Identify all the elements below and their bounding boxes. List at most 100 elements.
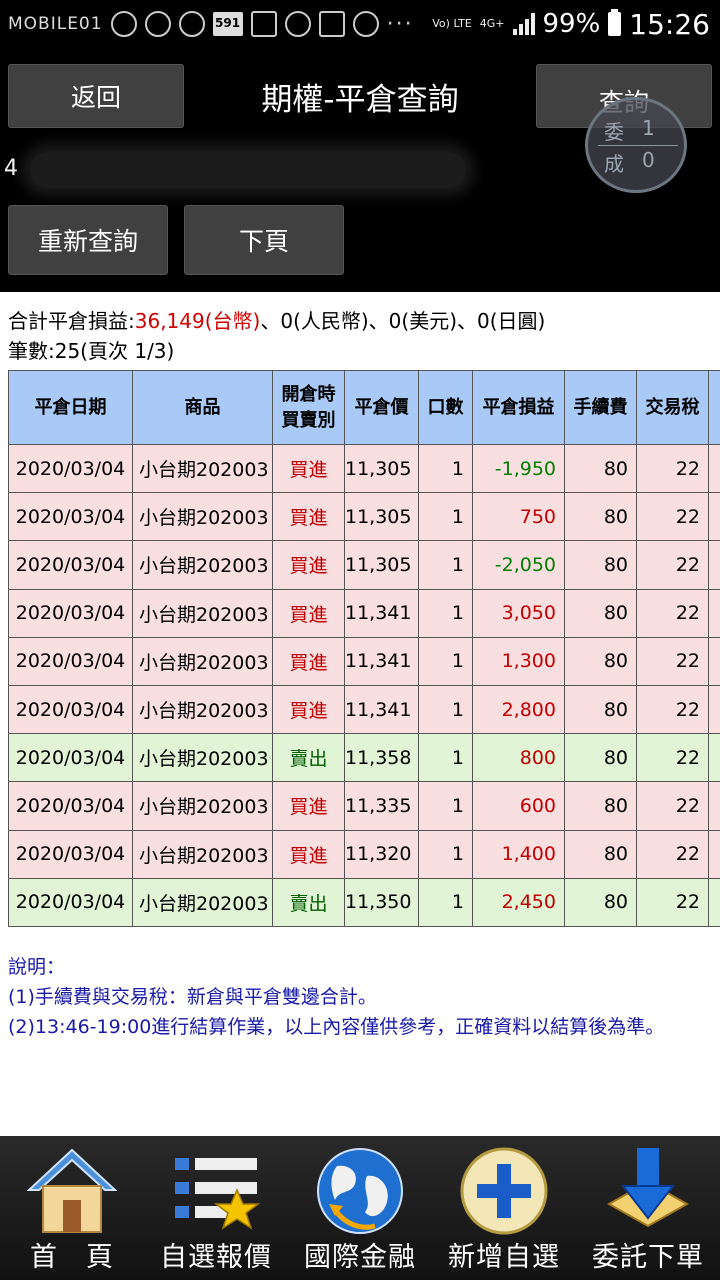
cell-product: 小台期202003: [132, 684, 273, 735]
badge-divider: [598, 145, 678, 146]
cell-tax: 22: [636, 877, 709, 927]
app-591-icon: 591: [212, 12, 243, 36]
cell-date: 2020/03/04: [8, 733, 133, 783]
cell-price: 11,305: [344, 492, 419, 542]
nav-home[interactable]: 首 頁: [0, 1136, 144, 1280]
cell-more: [708, 443, 720, 494]
summary: 合計平倉損益:36,149(台幣)、0(人民幣)、0(美元)、0(日圓) 筆數:…: [8, 306, 545, 366]
next-page-button[interactable]: 下頁: [184, 205, 344, 275]
cell-price: 11,305: [344, 443, 419, 494]
account-stub: 4: [4, 156, 18, 181]
table-row[interactable]: 2020/03/04 小台期202003 買進 11,305 1 -2,050 80 22: [8, 540, 720, 590]
cell-fee: 80: [564, 540, 637, 590]
cell-qty: 1: [418, 443, 473, 494]
nav-international[interactable]: 國際金融: [288, 1136, 432, 1280]
signal-bars-icon: [512, 13, 535, 35]
cell-product: 小台期202003: [132, 636, 273, 686]
cell-qty: 1: [418, 588, 473, 638]
battery-icon: [608, 9, 622, 36]
line-app-icon: [352, 11, 379, 37]
cell-price: 11,320: [344, 829, 419, 879]
col-close-price: 平倉價: [344, 370, 419, 445]
cell-qty: 1: [418, 684, 473, 735]
group-icon: [318, 11, 345, 37]
table-row[interactable]: 2020/03/04 小台期202003 賣出 11,358 1 800 80 22: [8, 733, 720, 783]
mobile01-brand: MOBILE01: [8, 14, 103, 34]
cell-price: 11,305: [344, 540, 419, 590]
cell-date: 2020/03/04: [8, 540, 133, 590]
cell-date: 2020/03/04: [8, 829, 133, 879]
cell-product: 小台期202003: [132, 781, 273, 831]
cell-fee: 80: [564, 684, 637, 735]
col-fee: 手續費: [564, 370, 637, 445]
cell-pnl: 600: [472, 781, 565, 831]
cell-product: 小台期202003: [132, 877, 273, 927]
back-button[interactable]: 返回: [8, 64, 184, 128]
cell-price: 11,341: [344, 684, 419, 735]
table-row[interactable]: 2020/03/04 小台期202003 買進 11,341 1 2,800 80 22: [8, 684, 720, 735]
cell-more: [708, 733, 720, 783]
col-qty: 口數: [418, 370, 473, 445]
cell-tax: 22: [636, 636, 709, 686]
cell-product: 小台期202003: [132, 443, 273, 494]
cell-date: 2020/03/04: [8, 636, 133, 686]
status-bar: MOBILE01 591 ··· Vo) LTE 4G+ 99% 15:26: [0, 0, 720, 48]
cell-qty: 1: [418, 829, 473, 879]
cell-more: [708, 588, 720, 638]
table-row[interactable]: 2020/03/04 小台期202003 買進 11,320 1 1,400 80 22: [8, 829, 720, 879]
location-icon: [284, 11, 311, 37]
clock: 15:26: [629, 7, 710, 41]
cell-price: 11,341: [344, 636, 419, 686]
nav-place-order[interactable]: 委託下單: [576, 1136, 720, 1280]
table-row[interactable]: 2020/03/04 小台期202003 買進 11,341 1 1,300 80 22: [8, 636, 720, 686]
cell-qty: 1: [418, 636, 473, 686]
watchlist-star-icon: [175, 1158, 261, 1230]
cell-more: [708, 636, 720, 686]
nav-add-watchlist[interactable]: 新增自選: [432, 1136, 576, 1280]
cell-price: 11,358: [344, 733, 419, 783]
cell-product: 小台期202003: [132, 588, 273, 638]
redaction-blur: [30, 152, 466, 188]
record-count: 筆數:25(頁次 1/3): [8, 339, 175, 363]
cell-tax: 22: [636, 781, 709, 831]
cell-product: 小台期202003: [132, 829, 273, 879]
order-status-badge[interactable]: 委 1 成 0: [585, 97, 687, 193]
notes: 說明： (1)手續費與交易稅：新倉與平倉雙邊合計。 (2)13:46-19:00…: [8, 952, 664, 1042]
total-pnl-twd: 36,149(台幣): [134, 309, 261, 333]
cell-more: [708, 829, 720, 879]
table-row[interactable]: 2020/03/04 小台期202003 買進 11,341 1 3,050 80 22: [8, 588, 720, 638]
cell-pnl: 800: [472, 733, 565, 783]
col-tax: 交易稅: [636, 370, 709, 445]
closed-positions-table[interactable]: 平倉日期 商品 開倉時買賣別 平倉價 口數 平倉損益 手續費 交易稅 損 202…: [8, 370, 720, 930]
nav-watchlist[interactable]: 自選報價: [144, 1136, 288, 1280]
speed-gauge-icon: [110, 11, 137, 37]
table-header-row: 平倉日期 商品 開倉時買賣別 平倉價 口數 平倉損益 手續費 交易稅 損: [8, 370, 720, 445]
pending-label: 委: [604, 120, 624, 144]
cell-fee: 80: [564, 877, 637, 927]
bottom-nav: 首 頁 自選報價 國際金融 新增自選 委託下單: [0, 1136, 720, 1280]
more-notifications-icon: ···: [386, 11, 414, 37]
cell-price: 11,335: [344, 781, 419, 831]
notes-title: 說明：: [8, 956, 66, 978]
table-row[interactable]: 2020/03/04 小台期202003 買進 11,305 1 750 80 22: [8, 492, 720, 542]
volte-indicator: Vo) LTE: [432, 17, 472, 30]
page-title: 期權-平倉查詢: [261, 82, 459, 118]
cell-pnl: 3,050: [472, 588, 565, 638]
cell-date: 2020/03/04: [8, 443, 133, 494]
network-type-indicator: 4G+: [479, 17, 505, 30]
speed-gauge-icon: [178, 11, 205, 37]
mail-icon: [250, 11, 277, 37]
table-row[interactable]: 2020/03/04 小台期202003 賣出 11,350 1 2,450 80 22: [8, 877, 720, 927]
cell-product: 小台期202003: [132, 492, 273, 542]
cell-fee: 80: [564, 492, 637, 542]
cell-qty: 1: [418, 733, 473, 783]
table-row[interactable]: 2020/03/04 小台期202003 買進 11,335 1 600 80 22: [8, 781, 720, 831]
table-row[interactable]: 2020/03/04 小台期202003 買進 11,305 1 -1,950 80 22: [8, 443, 720, 494]
requery-button[interactable]: 重新查詢: [8, 205, 168, 275]
total-pnl-line: 合計平倉損益:36,149(台幣)、0(人民幣)、0(美元)、0(日圓): [8, 309, 546, 333]
cell-pnl: 1,300: [472, 636, 565, 686]
cell-side: 賣出: [272, 877, 345, 927]
cell-side: 買進: [272, 829, 345, 879]
notes-line-1: (1)手續費與交易稅：新倉與平倉雙邊合計。: [8, 986, 377, 1008]
order-down-arrow-icon: [606, 1148, 690, 1228]
